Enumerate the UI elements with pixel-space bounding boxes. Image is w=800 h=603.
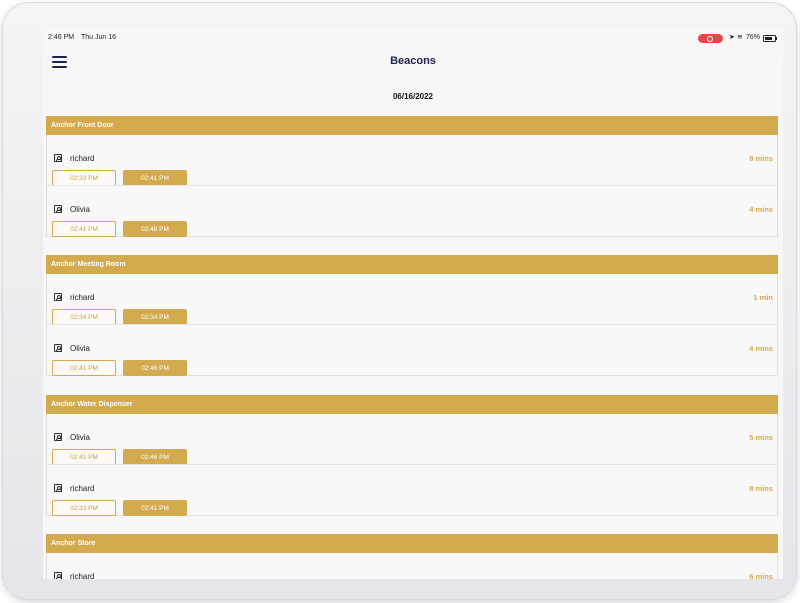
beacon-section: Anchor Front Door richard 8 mins 02:33 PM 02… <box>46 116 778 237</box>
visit-duration: 1 min <box>753 293 773 302</box>
user-name: Olivia <box>70 344 91 353</box>
time-out-button[interactable]: 02:46 PM <box>123 221 187 237</box>
user-icon <box>54 433 62 441</box>
battery-fill <box>765 37 772 40</box>
app-screen: 2:46 PM Thu Jun 16 ➤ ≋ 76% Beacons 06/16… <box>43 29 783 579</box>
user-icon <box>54 344 62 352</box>
section-header: Anchor Front Door <box>46 116 778 135</box>
selected-date[interactable]: 06/16/2022 <box>43 92 783 101</box>
screen-record-indicator[interactable] <box>698 34 723 43</box>
visit-row[interactable]: richard 8 mins 02:33 PM 02:41 PM <box>47 464 777 516</box>
battery-tip <box>776 36 777 40</box>
status-time: 2:46 PM <box>48 34 75 41</box>
section-header: Anchor Meeting Room <box>46 255 778 274</box>
section-header: Anchor Store <box>46 534 778 553</box>
time-in-button[interactable]: 02:41 PM <box>52 360 116 376</box>
time-out-button[interactable]: 02:34 PM <box>123 309 187 325</box>
user-name: richard <box>70 154 95 163</box>
user-icon <box>54 572 62 579</box>
user-icon <box>54 205 62 213</box>
tablet-frame: 2:46 PM Thu Jun 16 ➤ ≋ 76% Beacons 06/16… <box>3 3 796 599</box>
user-name: richard <box>70 293 95 302</box>
wifi-icon: ≋ <box>737 34 743 41</box>
visit-duration: 5 mins <box>749 433 773 442</box>
location-icon: ➤ <box>729 34 735 41</box>
user-icon <box>54 484 62 492</box>
section-body: richard 8 mins 02:33 PM 02:41 PM Olivia 4 min… <box>46 135 778 237</box>
status-date: Thu Jun 16 <box>81 34 117 41</box>
time-in-button[interactable]: 02:41 PM <box>52 221 116 237</box>
visit-row[interactable]: Olivia 4 mins 02:41 PM 02:46 PM <box>47 324 777 376</box>
beacon-section: Anchor Water Dispenser Olivia 5 mins 02:41 … <box>46 395 778 516</box>
section-body: Olivia 5 mins 02:41 PM 02:46 PM richard 8 min… <box>46 414 778 516</box>
page-title: Beacons <box>390 55 436 67</box>
user-icon <box>54 154 62 162</box>
time-in-button[interactable]: 02:33 PM <box>52 170 116 186</box>
visit-row[interactable]: Olivia 4 mins 02:41 PM 02:46 PM <box>47 185 777 237</box>
user-name: Olivia <box>70 205 91 214</box>
visit-duration: 4 mins <box>749 205 773 214</box>
visit-row[interactable]: Olivia 5 mins 02:41 PM 02:46 PM <box>47 414 777 465</box>
time-out-button[interactable]: 02:41 PM <box>123 170 187 186</box>
visit-duration: 8 mins <box>749 154 773 163</box>
visit-row[interactable]: richard 6 mins <box>47 553 777 579</box>
visit-duration: 8 mins <box>749 484 773 493</box>
time-in-button[interactable]: 02:41 PM <box>52 449 116 465</box>
time-out-button[interactable]: 02:46 PM <box>123 449 187 465</box>
beacon-section: Anchor Store richard 6 mins <box>46 534 778 579</box>
visit-row[interactable]: richard 8 mins 02:33 PM 02:41 PM <box>47 135 777 186</box>
time-out-button[interactable]: 02:46 PM <box>123 360 187 376</box>
battery-percent: 76% <box>746 34 761 41</box>
user-icon <box>54 293 62 301</box>
section-body: richard 6 mins <box>46 553 778 579</box>
time-in-button[interactable]: 02:34 PM <box>52 309 116 325</box>
status-bar: 2:46 PM Thu Jun 16 ➤ ≋ 76% <box>43 29 783 47</box>
user-name: Olivia <box>70 433 91 442</box>
time-out-button[interactable]: 02:41 PM <box>123 500 187 516</box>
beacon-section: Anchor Meeting Room richard 1 min 02:34 PM 0… <box>46 255 778 376</box>
section-body: richard 1 min 02:34 PM 02:34 PM Olivia 4 mins… <box>46 274 778 376</box>
time-in-button[interactable]: 02:33 PM <box>52 500 116 516</box>
visit-row[interactable]: richard 1 min 02:34 PM 02:34 PM <box>47 274 777 325</box>
battery-icon <box>763 35 776 42</box>
record-icon <box>707 35 713 42</box>
user-name: richard <box>70 572 95 579</box>
visit-duration: 4 mins <box>749 344 773 353</box>
user-name: richard <box>70 484 95 493</box>
visit-duration: 6 mins <box>749 572 773 579</box>
section-header: Anchor Water Dispenser <box>46 395 778 414</box>
